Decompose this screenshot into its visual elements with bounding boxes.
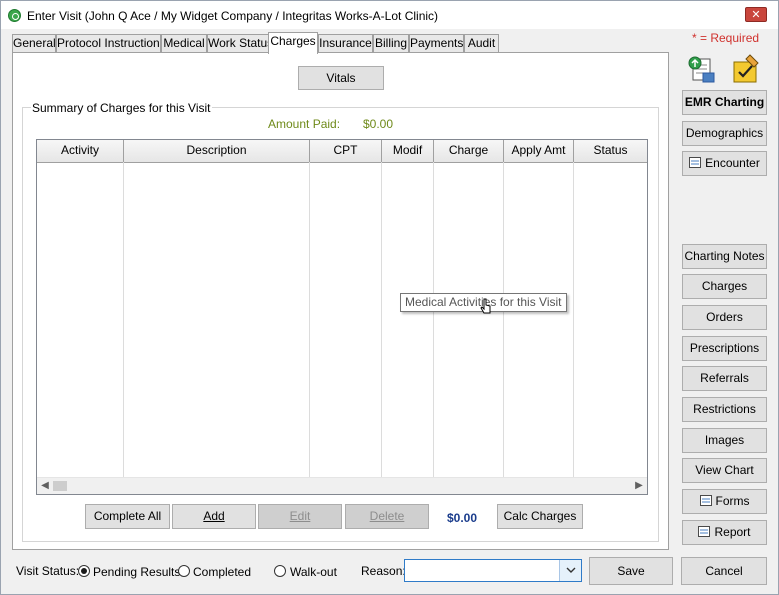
report-icon (698, 526, 711, 537)
calc-charges-button[interactable]: Calc Charges (497, 504, 583, 529)
tab-payments[interactable]: Payments (409, 34, 464, 52)
add-label: Add (203, 509, 225, 523)
chevron-down-icon (566, 567, 575, 573)
app-icon (8, 9, 21, 22)
tab-protocol-instructions[interactable]: Protocol Instructions (56, 34, 161, 52)
tab-work-status[interactable]: Work Status (207, 34, 269, 52)
title-bar: Enter Visit (John Q Ace / My Widget Comp… (1, 1, 778, 29)
emr-charting-button[interactable]: EMR Charting (682, 90, 767, 115)
images-button[interactable]: Images (682, 428, 767, 453)
tab-insurance[interactable]: Insurance (318, 34, 373, 52)
column-divider (381, 162, 382, 478)
column-header-apply-amt[interactable]: Apply Amt (504, 140, 574, 162)
enter-visit-window: Enter Visit (John Q Ace / My Widget Comp… (0, 0, 779, 595)
column-divider (123, 162, 124, 478)
save-button[interactable]: Save (589, 557, 673, 585)
report-button[interactable]: Report (682, 520, 767, 545)
close-button[interactable]: ✕ (745, 7, 767, 22)
encounter-label: Encounter (705, 156, 760, 170)
charges-button[interactable]: Charges (682, 274, 767, 299)
scroll-left-icon[interactable]: ◀ (37, 478, 53, 494)
tab-charges[interactable]: Charges (268, 32, 318, 54)
radio-pending-results[interactable] (78, 565, 90, 577)
orders-button[interactable]: Orders (682, 305, 767, 330)
sign-document-icon[interactable] (730, 53, 761, 84)
complete-all-button[interactable]: Complete All (85, 504, 170, 529)
column-header-status[interactable]: Status (574, 140, 647, 162)
radio-completed[interactable] (178, 565, 190, 577)
report-label: Report (714, 525, 751, 539)
tab-billing[interactable]: Billing (373, 34, 409, 52)
encounter-icon (689, 157, 702, 168)
column-header-cpt[interactable]: CPT (310, 140, 382, 162)
cancel-button[interactable]: Cancel (681, 557, 767, 585)
demographics-button[interactable]: Demographics (682, 121, 767, 146)
emr-export-icon[interactable] (685, 53, 716, 84)
column-divider (309, 162, 310, 478)
edit-label: Edit (289, 509, 311, 523)
vitals-button[interactable]: Vitals (298, 66, 384, 90)
radio-walk-out-label[interactable]: Walk-out (290, 565, 337, 579)
encounter-button[interactable]: Encounter (682, 151, 767, 176)
delete-label: Delete (369, 509, 405, 523)
amount-paid-value: $0.00 (363, 117, 394, 131)
column-header-modif[interactable]: Modif (382, 140, 434, 162)
tab-audit[interactable]: Audit (464, 34, 499, 52)
edit-button[interactable]: Edit (258, 504, 342, 529)
charges-grid[interactable]: Activity Description CPT Modif Charge Ap… (36, 139, 648, 495)
tab-general[interactable]: General (12, 34, 56, 52)
reason-dropdown[interactable] (404, 559, 582, 582)
mouse-cursor-icon (480, 298, 491, 314)
add-button[interactable]: Add (172, 504, 256, 529)
column-divider (573, 162, 574, 478)
forms-button[interactable]: Forms (682, 489, 767, 514)
grid-header: Activity Description CPT Modif Charge Ap… (37, 140, 647, 163)
charting-notes-button[interactable]: Charting Notes (682, 244, 767, 269)
forms-icon (699, 495, 712, 506)
view-chart-button[interactable]: View Chart (682, 458, 767, 483)
forms-label: Forms (715, 494, 750, 508)
column-header-activity[interactable]: Activity (37, 140, 124, 162)
delete-button[interactable]: Delete (345, 504, 429, 529)
column-header-charge[interactable]: Charge (434, 140, 504, 162)
dropdown-arrow[interactable] (559, 560, 581, 581)
summary-group-label: Summary of Charges for this Visit (31, 101, 212, 115)
restrictions-button[interactable]: Restrictions (682, 397, 767, 422)
column-header-description[interactable]: Description (124, 140, 310, 162)
scrollbar-thumb[interactable] (53, 481, 67, 491)
prescriptions-button[interactable]: Prescriptions (682, 336, 767, 361)
referrals-button[interactable]: Referrals (682, 366, 767, 391)
window-title: Enter Visit (John Q Ace / My Widget Comp… (27, 9, 439, 23)
scroll-right-icon[interactable]: ▶ (631, 478, 647, 494)
required-note: * = Required (692, 31, 760, 45)
horizontal-scrollbar[interactable]: ◀ ▶ (37, 477, 647, 494)
radio-pending-results-label[interactable]: Pending Results (93, 565, 180, 579)
radio-walk-out[interactable] (274, 565, 286, 577)
visit-status-label: Visit Status: (16, 564, 80, 578)
column-divider (503, 162, 504, 478)
amount-paid-label: Amount Paid: (268, 117, 341, 131)
charges-total: $0.00 (447, 511, 478, 525)
column-divider (433, 162, 434, 478)
radio-completed-label[interactable]: Completed (193, 565, 251, 579)
tab-medical[interactable]: Medical (161, 34, 207, 52)
reason-label: Reason: (361, 564, 406, 578)
